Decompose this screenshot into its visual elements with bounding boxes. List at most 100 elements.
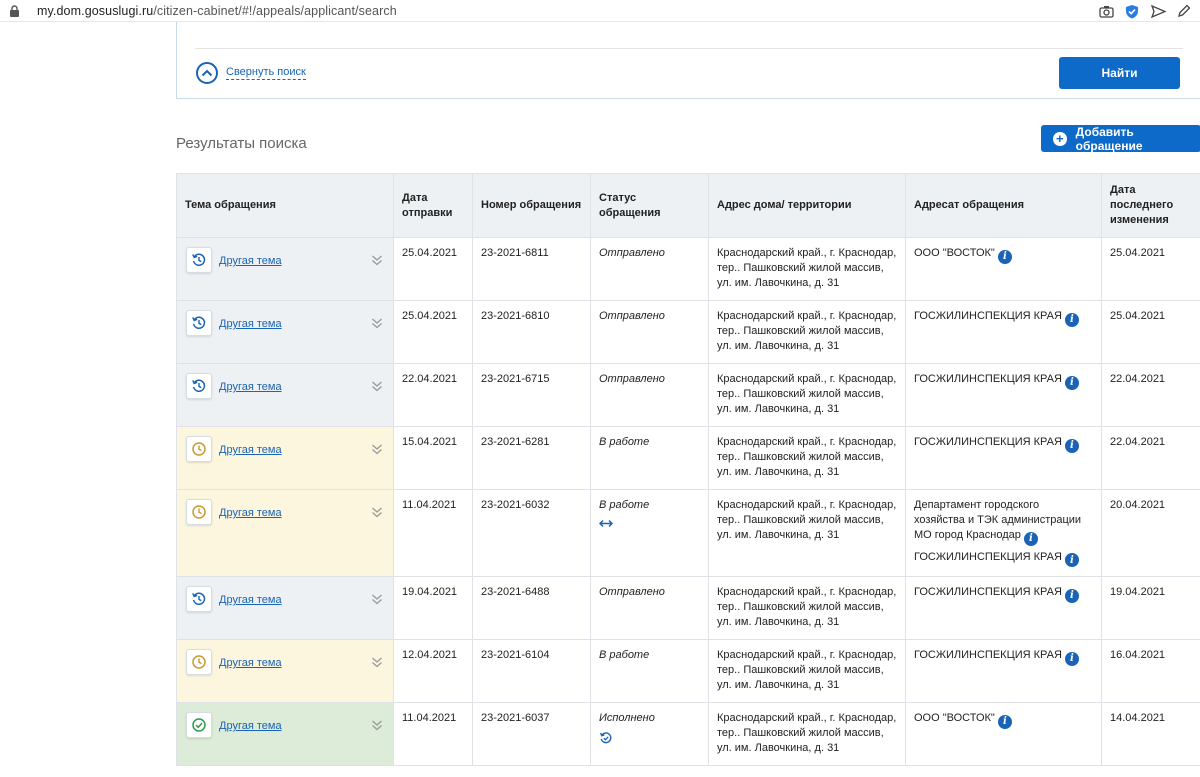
clock-icon: [186, 499, 212, 525]
addressee-cell: ГОСЖИЛИНСПЕКЦИЯ КРАЯ i: [905, 426, 1102, 490]
status-cell: Отправлено: [590, 576, 709, 640]
chevrons-down-icon[interactable]: [371, 254, 383, 266]
address-cell: Краснодарский край., г. Краснодар, тер..…: [708, 639, 906, 703]
address-cell: Краснодарский край., г. Краснодар, тер..…: [708, 363, 906, 427]
theme-link[interactable]: Другая тема: [219, 317, 282, 332]
info-icon[interactable]: i: [1064, 438, 1079, 453]
addressee-name: ГОСЖИЛИНСПЕКЦИЯ КРАЯ: [914, 649, 1062, 661]
status-text: Исполнено: [599, 712, 655, 724]
chevrons-down-icon[interactable]: [371, 593, 383, 605]
col-header-address[interactable]: Адрес дома/ территории: [708, 173, 906, 238]
collapse-search-toggle[interactable]: Свернуть поиск: [196, 62, 306, 84]
theme-link[interactable]: Другая тема: [219, 380, 282, 395]
add-appeal-label: Добавить обращение: [1075, 124, 1143, 153]
col-header-theme[interactable]: Тема обращения: [176, 173, 394, 238]
info-icon[interactable]: i: [1064, 553, 1079, 567]
theme-cell: Другая тема: [176, 489, 394, 577]
last-change-cell: 22.04.2021: [1101, 426, 1200, 490]
table-row[interactable]: Другая тема 25.04.2021 23-2021-6811 Отпр…: [176, 237, 1200, 301]
table-row[interactable]: Другая тема 11.04.2021 23-2021-6032 В ра…: [176, 489, 1200, 577]
address-bar[interactable]: my.dom.gosuslugi.ru/citizen-cabinet/#!/a…: [0, 0, 1200, 22]
info-icon[interactable]: i: [997, 249, 1012, 264]
number-cell: 23-2021-6488: [472, 576, 591, 640]
theme-cell: Другая тема: [176, 576, 394, 640]
search-panel: Свернуть поиск Найти: [176, 22, 1200, 99]
col-header-status[interactable]: Статус обращения: [590, 173, 709, 238]
info-icon[interactable]: i: [1064, 375, 1079, 390]
transfer-arrows-icon[interactable]: [598, 518, 700, 533]
addressee-name: ГОСЖИЛИНСПЕКЦИЯ КРАЯ: [914, 373, 1062, 385]
send-icon[interactable]: [1150, 3, 1166, 19]
table-row[interactable]: Другая тема 15.04.2021 23-2021-6281 В ра…: [176, 426, 1200, 490]
table-row[interactable]: Другая тема 11.04.2021 23-2021-6037 Испо…: [176, 702, 1200, 766]
chevrons-down-icon[interactable]: [371, 656, 383, 668]
info-icon[interactable]: i: [1064, 651, 1079, 666]
find-button[interactable]: Найти: [1059, 57, 1180, 89]
addressee-name-2: ГОСЖИЛИНСПЕКЦИЯ КРАЯ: [914, 550, 1062, 563]
col-header-date-sent[interactable]: Дата отправки: [393, 173, 473, 238]
table-row[interactable]: Другая тема 12.04.2021 23-2021-6104 В ра…: [176, 639, 1200, 703]
addressee-cell: ГОСЖИЛИНСПЕКЦИЯ КРАЯ i: [905, 300, 1102, 364]
status-cell: Отправлено: [590, 363, 709, 427]
theme-link[interactable]: Другая тема: [219, 656, 282, 671]
chevrons-down-icon[interactable]: [371, 317, 383, 329]
addressee-cell: ООО "ВОСТОК" i: [905, 237, 1102, 301]
addressee-cell: ГОСЖИЛИНСПЕКЦИЯ КРАЯ i: [905, 363, 1102, 427]
chevron-up-icon: [196, 62, 218, 84]
theme-link[interactable]: Другая тема: [219, 719, 282, 734]
addressee-name: ГОСЖИЛИНСПЕКЦИЯ КРАЯ: [914, 436, 1062, 448]
check-icon: [186, 712, 212, 738]
table-row[interactable]: Другая тема 22.04.2021 23-2021-6715 Отпр…: [176, 363, 1200, 427]
number-cell: 23-2021-6104: [472, 639, 591, 703]
chevrons-down-icon[interactable]: [371, 506, 383, 518]
table-row[interactable]: Другая тема 19.04.2021 23-2021-6488 Отпр…: [176, 576, 1200, 640]
chevrons-down-icon[interactable]: [371, 443, 383, 455]
status-cell: В работе: [590, 489, 709, 577]
shield-icon[interactable]: [1124, 3, 1140, 19]
address-cell: Краснодарский край., г. Краснодар, тер..…: [708, 426, 906, 490]
number-cell: 23-2021-6715: [472, 363, 591, 427]
camera-icon[interactable]: [1098, 3, 1114, 19]
info-icon[interactable]: i: [1064, 312, 1079, 327]
col-header-addressee[interactable]: Адресат обращения: [905, 173, 1102, 238]
addressee-cell: ГОСЖИЛИНСПЕКЦИЯ КРАЯ i: [905, 576, 1102, 640]
status-cell: Отправлено: [590, 237, 709, 301]
results-title: Результаты поиска: [176, 135, 307, 152]
col-header-last-change[interactable]: Дата последнего изменения: [1101, 173, 1200, 238]
theme-link[interactable]: Другая тема: [219, 593, 282, 608]
col-header-number[interactable]: Номер обращения: [472, 173, 591, 238]
number-cell: 23-2021-6037: [472, 702, 591, 766]
number-cell: 23-2021-6811: [472, 237, 591, 301]
add-appeal-button[interactable]: + Добавить обращение: [1041, 124, 1200, 153]
status-cell: Исполнено: [590, 702, 709, 766]
table-row[interactable]: Другая тема 25.04.2021 23-2021-6810 Отпр…: [176, 300, 1200, 364]
date-sent-cell: 12.04.2021: [393, 639, 473, 703]
history-icon[interactable]: [599, 731, 700, 750]
url-text[interactable]: my.dom.gosuslugi.ru/citizen-cabinet/#!/a…: [37, 4, 397, 18]
pen-icon[interactable]: [1176, 3, 1192, 19]
info-icon[interactable]: i: [1064, 588, 1079, 603]
info-icon[interactable]: i: [997, 714, 1012, 729]
info-icon[interactable]: i: [1023, 531, 1038, 546]
clock-icon: [186, 436, 212, 462]
date-sent-cell: 22.04.2021: [393, 363, 473, 427]
last-change-cell: 20.04.2021: [1101, 489, 1200, 577]
addressee-name: ГОСЖИЛИНСПЕКЦИЯ КРАЯ: [914, 586, 1062, 598]
date-sent-cell: 19.04.2021: [393, 576, 473, 640]
addressee-name: Департамент городского хозяйства и ТЭК а…: [914, 499, 1082, 541]
chevrons-down-icon[interactable]: [371, 719, 383, 731]
addressee-name: ООО "ВОСТОК": [914, 247, 995, 259]
address-cell: Краснодарский край., г. Краснодар, тер..…: [708, 702, 906, 766]
history-icon: [186, 373, 212, 399]
theme-cell: Другая тема: [176, 300, 394, 364]
number-cell: 23-2021-6281: [472, 426, 591, 490]
theme-link[interactable]: Другая тема: [219, 443, 282, 458]
collapse-search-label: Свернуть поиск: [226, 66, 306, 80]
chevrons-down-icon[interactable]: [371, 380, 383, 392]
theme-link[interactable]: Другая тема: [219, 506, 282, 521]
last-change-cell: 16.04.2021: [1101, 639, 1200, 703]
theme-link[interactable]: Другая тема: [219, 254, 282, 269]
last-change-cell: 22.04.2021: [1101, 363, 1200, 427]
theme-cell: Другая тема: [176, 426, 394, 490]
history-icon: [186, 247, 212, 273]
